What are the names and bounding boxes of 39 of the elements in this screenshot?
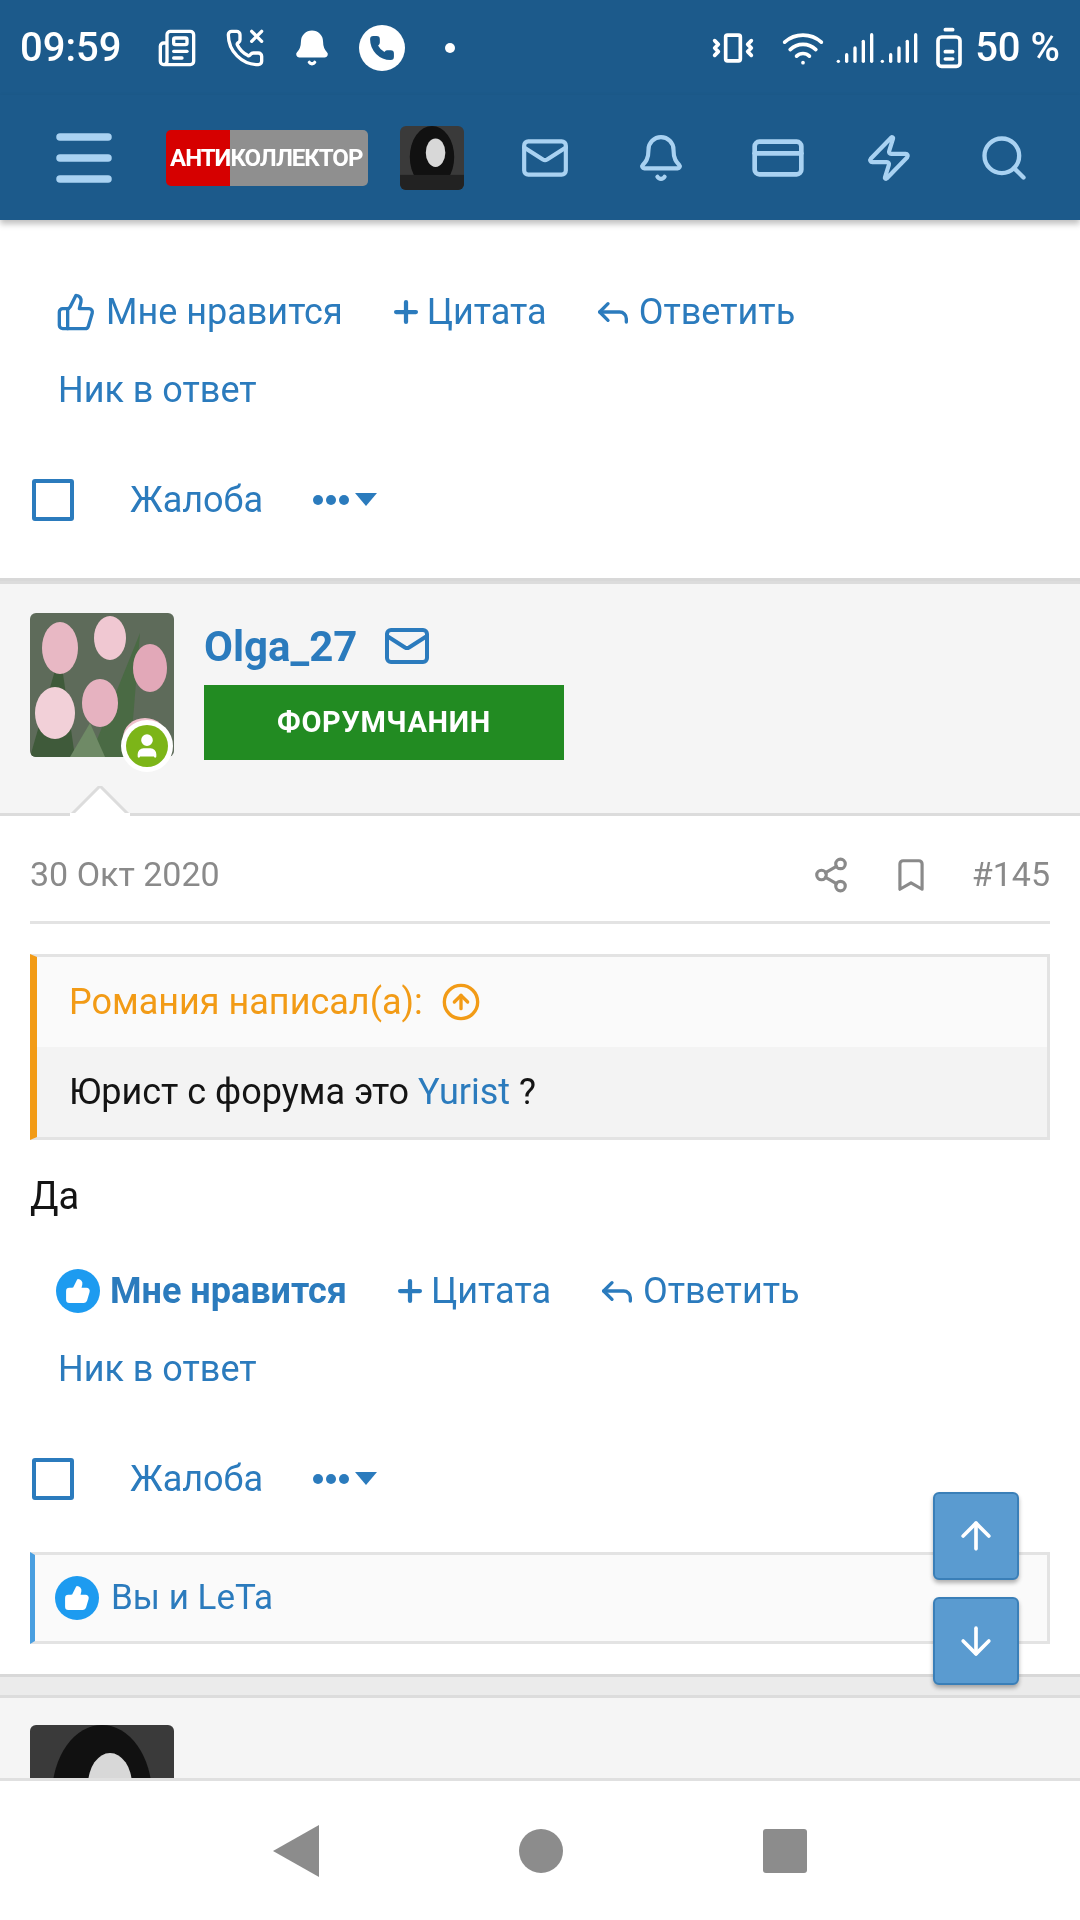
reactions-text[interactable]: Вы и LeTa [111, 1571, 273, 1625]
select-checkbox[interactable] [32, 479, 74, 521]
news-icon [157, 27, 198, 68]
quote-text: Юрист с форума это Yurist ? [69, 1070, 536, 1115]
like-button[interactable]: Мне нравится [56, 1264, 347, 1318]
back-icon[interactable] [273, 1824, 319, 1877]
post-text: Да [30, 1172, 80, 1220]
reply-button[interactable]: Ответить [597, 1264, 800, 1318]
more-menu-button[interactable] [313, 1472, 378, 1486]
thumbs-up-icon [56, 1269, 100, 1313]
nick-reply-link[interactable]: Ник в ответ [58, 363, 257, 417]
quote-button[interactable]: Цитата [392, 1264, 551, 1318]
user-rank-badge: ФОРУМЧАНИН [204, 685, 564, 760]
report-link[interactable]: Жалоба [130, 1452, 264, 1506]
more-icon [313, 495, 350, 505]
caret-icon [355, 1472, 378, 1486]
select-checkbox[interactable] [32, 1458, 74, 1500]
reactions-bar[interactable]: Вы и LeTa [30, 1552, 1050, 1644]
more-menu-button[interactable] [313, 493, 378, 507]
scroll-down-button[interactable] [933, 1597, 1019, 1685]
post-date[interactable]: 30 Окт 2020 [30, 849, 220, 900]
nick-reply-link[interactable]: Ник в ответ [58, 1342, 257, 1396]
user-link[interactable]: Yurist [417, 1071, 511, 1113]
more-icon [313, 1474, 350, 1484]
home-icon[interactable] [519, 1828, 563, 1873]
username-link[interactable]: Olga_27 [204, 614, 358, 678]
post-number[interactable]: #145 [971, 849, 1050, 900]
report-link[interactable]: Жалоба [130, 473, 264, 527]
reply-button[interactable]: Ответить [592, 285, 796, 339]
missed-call-icon [225, 27, 266, 68]
thumbs-up-icon [56, 292, 96, 332]
clock: 09:59 [20, 22, 122, 73]
scroll-up-button[interactable] [933, 1492, 1019, 1580]
like-button[interactable]: Мне нравится [56, 285, 343, 339]
quote-button[interactable]: Цитата [388, 285, 547, 339]
caret-icon [355, 493, 378, 507]
thumbs-up-icon [55, 1576, 99, 1620]
battery-level: 50 % [975, 22, 1060, 73]
recents-icon[interactable] [763, 1828, 807, 1873]
